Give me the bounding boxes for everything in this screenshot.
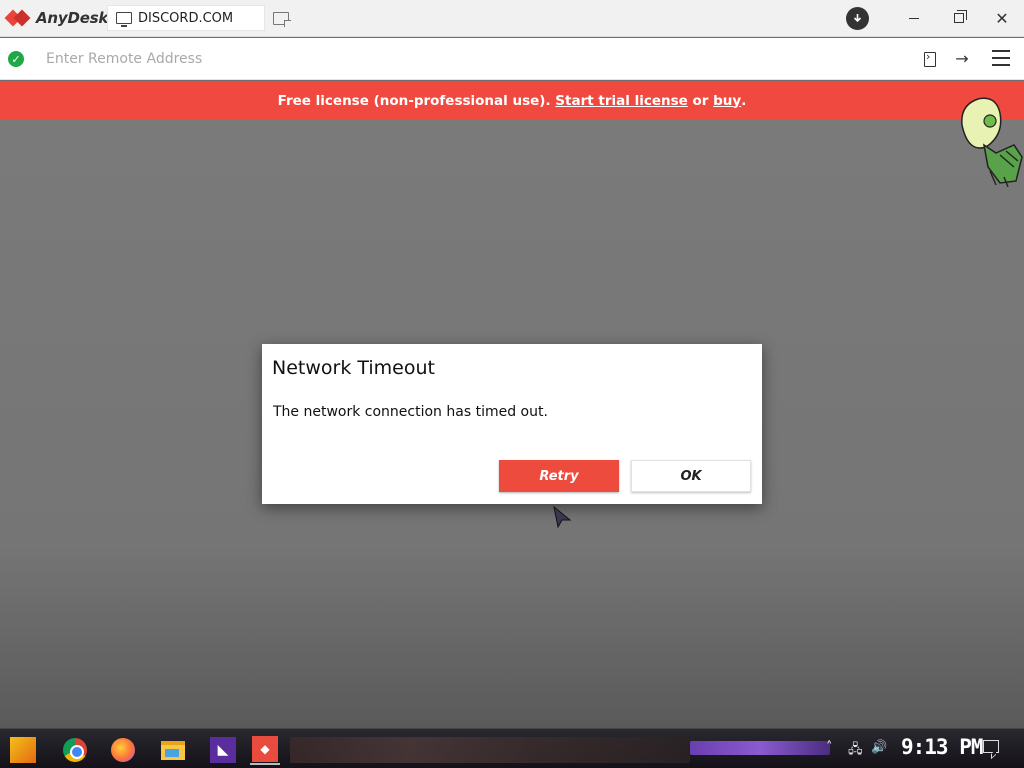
anydesk-logo-icon bbox=[4, 8, 32, 28]
minimize-icon bbox=[909, 17, 919, 19]
anydesk-brand: AnyDesk bbox=[4, 6, 109, 30]
chrome-icon bbox=[63, 738, 87, 762]
taskbar-wallpaper-strip bbox=[290, 737, 690, 763]
close-icon: ✕ bbox=[995, 8, 1009, 28]
taskbar-firefox[interactable] bbox=[108, 735, 138, 765]
taskbar-anydesk[interactable]: ◆ bbox=[250, 735, 280, 765]
minimize-button[interactable] bbox=[899, 6, 929, 30]
network-timeout-dialog: Network Timeout The network connection h… bbox=[262, 344, 762, 504]
remote-address-input[interactable] bbox=[36, 45, 916, 73]
hamburger-line bbox=[992, 50, 1010, 52]
main-menu-button[interactable] bbox=[992, 50, 1010, 66]
dialog-title: Network Timeout bbox=[272, 357, 435, 379]
character-sticker-icon bbox=[961, 97, 1023, 187]
title-bar: AnyDesk DISCORD.COM ✕ bbox=[0, 0, 1024, 37]
taskbar-app[interactable]: ◣ bbox=[208, 735, 238, 765]
firefox-icon bbox=[111, 738, 135, 762]
taskbar-chrome[interactable] bbox=[60, 735, 90, 765]
file-explorer-icon bbox=[161, 740, 185, 760]
retry-button[interactable]: Retry bbox=[499, 460, 619, 492]
restore-button[interactable] bbox=[944, 6, 974, 30]
file-transfer-button[interactable] bbox=[922, 50, 938, 68]
start-trial-link[interactable]: Start trial license bbox=[555, 93, 688, 109]
hamburger-line bbox=[992, 64, 1010, 66]
notifications-icon[interactable] bbox=[983, 740, 999, 753]
connection-ok-icon: ✓ bbox=[8, 51, 24, 67]
new-session-icon[interactable] bbox=[273, 12, 291, 27]
address-bar: ✓ → bbox=[0, 38, 1024, 80]
monitor-icon bbox=[116, 12, 132, 27]
taskbar: ◣ ◆ ˄ 🖧 🔊 9:13 PM bbox=[0, 728, 1024, 768]
restore-icon bbox=[954, 10, 967, 23]
app-name: AnyDesk bbox=[36, 9, 109, 27]
arrow-right-icon: → bbox=[955, 48, 969, 68]
close-button[interactable]: ✕ bbox=[987, 6, 1017, 30]
start-button[interactable] bbox=[8, 735, 38, 765]
hamburger-line bbox=[992, 57, 1010, 59]
volume-icon[interactable]: 🔊 bbox=[871, 740, 887, 755]
chevron-up-icon[interactable]: ˄ bbox=[826, 740, 833, 755]
banner-suffix: . bbox=[741, 92, 747, 109]
taskbar-accent-strip bbox=[690, 741, 830, 755]
file-transfer-icon bbox=[924, 50, 936, 67]
buy-link[interactable]: buy bbox=[713, 93, 741, 109]
mouse-cursor-icon bbox=[553, 506, 572, 528]
anydesk-icon: ◆ bbox=[252, 736, 278, 762]
or-text: or bbox=[687, 92, 714, 109]
start-icon bbox=[10, 737, 36, 763]
taskbar-file-explorer[interactable] bbox=[158, 735, 188, 765]
license-text: Free license (non-professional use). bbox=[277, 92, 556, 109]
ok-button[interactable]: OK bbox=[631, 460, 751, 492]
dialog-message: The network connection has timed out. bbox=[273, 404, 548, 420]
download-status-icon[interactable] bbox=[846, 7, 869, 30]
taskbar-clock[interactable]: 9:13 PM bbox=[901, 735, 984, 759]
network-icon[interactable]: 🖧 bbox=[848, 740, 863, 762]
app-icon: ◣ bbox=[210, 737, 236, 763]
license-banner: Free license (non-professional use). Sta… bbox=[0, 81, 1024, 120]
connect-button[interactable]: → bbox=[952, 48, 972, 68]
tab-label: DISCORD.COM bbox=[138, 10, 234, 26]
tab-discord[interactable]: DISCORD.COM bbox=[107, 5, 265, 31]
